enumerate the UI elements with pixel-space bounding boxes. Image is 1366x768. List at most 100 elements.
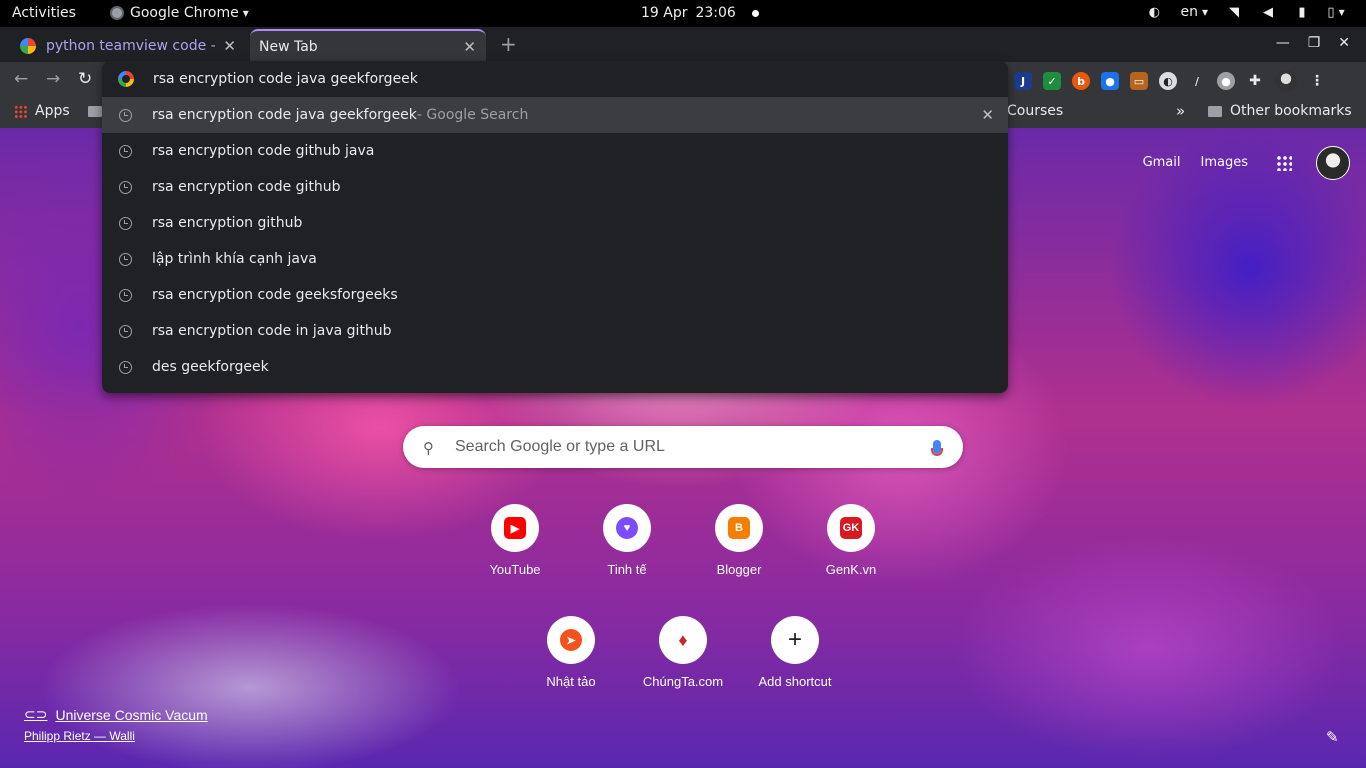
suggestion-item[interactable]: rsa encryption code in java github <box>102 313 1008 349</box>
circle-extension-icon[interactable]: ◐ <box>1159 72 1177 90</box>
search-placeholder: Search Google or type a URL <box>455 438 665 455</box>
wifi-icon: ◥ <box>1229 4 1239 20</box>
reload-icon[interactable]: ↻ <box>78 69 92 89</box>
ntp-header-links: Gmail Images <box>1143 155 1248 170</box>
shortcut-label: YouTube <box>489 562 541 577</box>
back-arrow-icon[interactable]: ← <box>14 69 28 89</box>
close-tab-icon[interactable]: ✕ <box>463 38 476 56</box>
language-selector[interactable]: en <box>1180 4 1208 20</box>
ntp-search-box[interactable]: ⚲ Search Google or type a URL <box>403 426 963 468</box>
extension-b-icon[interactable]: b <box>1072 72 1090 90</box>
customize-pencil-icon[interactable]: ✎ <box>1326 728 1339 746</box>
suggestion-text: rsa encryption github <box>152 215 303 231</box>
apps-grid-icon <box>14 104 27 118</box>
chungta-icon: ♦ <box>659 616 707 664</box>
voice-search-icon[interactable] <box>931 440 943 456</box>
time: 23:06 <box>695 5 736 21</box>
globe-extension-icon[interactable]: ● <box>1217 72 1235 90</box>
system-top-bar: Activities Google Chrome 19 Apr 23:06 ◐ … <box>0 0 1366 27</box>
night-light-icon: ◐ <box>1148 4 1161 20</box>
shortcut-add[interactable]: + Add shortcut <box>739 616 851 689</box>
history-clock-icon <box>119 324 132 338</box>
activities-button[interactable]: Activities <box>12 5 76 21</box>
nhattao-icon: ➤ <box>547 616 595 664</box>
other-bookmarks-label: Other bookmarks <box>1230 103 1352 119</box>
shortcut-genk[interactable]: GK GenK.vn <box>795 504 907 577</box>
volume-icon: ◀ <box>1263 4 1273 20</box>
tab-strip: python teamview code - T ✕ New Tab ✕ + —… <box>0 27 1366 62</box>
suggestion-text: lập trình khía cạnh java <box>152 251 317 267</box>
suggestion-text: rsa encryption code github java <box>152 143 375 159</box>
shortcut-tinhte[interactable]: ♥ Tinh tế <box>571 504 683 577</box>
graph-extension-icon[interactable]: ∕ <box>1188 72 1206 90</box>
tab-python-teamview[interactable]: python teamview code - T ✕ <box>8 29 246 62</box>
close-tab-icon[interactable]: ✕ <box>223 37 236 55</box>
close-window-icon[interactable]: ✕ <box>1338 35 1350 51</box>
suggestion-item[interactable]: rsa encryption code java geekforgeek - G… <box>102 97 1008 133</box>
shortcut-label: Nhật tảo <box>546 674 596 689</box>
bookmarks-overflow-icon[interactable]: » <box>1176 102 1185 120</box>
google-g-icon <box>118 71 134 87</box>
omnibox-text: rsa encryption code java geekforgeek <box>153 71 418 87</box>
shortcut-label: Blogger <box>716 562 762 577</box>
youtube-icon: ▶ <box>491 504 539 552</box>
clock[interactable]: 19 Apr 23:06 <box>641 5 759 21</box>
menu-dots-icon[interactable]: ⋮ <box>1308 72 1326 90</box>
suggestion-item[interactable]: rsa encryption code github java <box>102 133 1008 169</box>
shortcut-label: GenK.vn <box>825 562 877 577</box>
notification-dot <box>751 9 759 17</box>
tab-new-tab[interactable]: New Tab ✕ <box>250 29 486 62</box>
window-controls: — ❐ ✕ <box>1276 35 1350 51</box>
suggestion-item[interactable]: rsa encryption github <box>102 205 1008 241</box>
drop-extension-icon[interactable]: ● <box>1101 72 1119 90</box>
new-tab-plus-icon[interactable]: + <box>500 32 517 56</box>
extensions-puzzle-icon[interactable]: ✚ <box>1246 72 1264 90</box>
suggestion-item[interactable]: lập trình khía cạnh java <box>102 241 1008 277</box>
shortcut-blogger[interactable]: B Blogger <box>683 504 795 577</box>
extensions-area: J ✓ b ● ▭ ◐ ∕ ● ✚ ⋮ <box>1014 70 1326 92</box>
chrome-icon <box>110 6 124 20</box>
minimize-icon[interactable]: — <box>1276 35 1290 51</box>
attribution-title[interactable]: Universe Cosmic Vacum <box>55 707 207 723</box>
history-clock-icon <box>119 108 132 122</box>
suggestion-text: rsa encryption code in java github <box>152 323 392 339</box>
suggestion-text: rsa encryption code github <box>152 179 341 195</box>
app-menu[interactable]: Google Chrome <box>110 5 249 21</box>
shortcut-label: Add shortcut <box>758 674 832 689</box>
tinhte-icon: ♥ <box>603 504 651 552</box>
extension-j-icon[interactable]: J <box>1014 72 1032 90</box>
account-avatar[interactable] <box>1316 146 1350 180</box>
suggestion-item[interactable]: rsa encryption code github <box>102 169 1008 205</box>
images-link[interactable]: Images <box>1201 155 1249 170</box>
forward-arrow-icon[interactable]: → <box>46 69 60 89</box>
shortcut-youtube[interactable]: ▶ YouTube <box>459 504 571 577</box>
date: 19 Apr <box>641 5 688 21</box>
shield-extension-icon[interactable]: ✓ <box>1043 72 1061 90</box>
omnibox-dropdown: rsa encryption code java geekforgeek rsa… <box>102 61 1008 393</box>
omnibox-input[interactable]: rsa encryption code java geekforgeek <box>102 61 1008 97</box>
suggestion-text: rsa encryption code java geekforgeek <box>152 107 417 123</box>
bookmark-apps[interactable]: Apps <box>14 103 70 119</box>
suggestion-item[interactable]: rsa encryption code geeksforgeeks <box>102 277 1008 313</box>
google-apps-icon[interactable] <box>1276 155 1292 171</box>
suggestion-item[interactable]: des geekforgeek <box>102 349 1008 385</box>
bookmark-courses[interactable]: Courses <box>1007 103 1063 119</box>
folder-icon[interactable] <box>88 106 102 117</box>
battery-icon: ▯ <box>1327 4 1344 20</box>
tv-extension-icon[interactable]: ▭ <box>1130 72 1148 90</box>
attribution-author[interactable]: Philipp Rietz — Walli <box>24 729 208 743</box>
system-tray[interactable]: ◐ en ◥ ◀ ▮ ▯ <box>1146 4 1344 20</box>
bookmark-apps-label: Apps <box>35 103 70 119</box>
background-attribution: ⊂⊃ Universe Cosmic Vacum Philipp Rietz — … <box>24 706 208 743</box>
shortcut-nhattao[interactable]: ➤ Nhật tảo <box>515 616 627 689</box>
gmail-link[interactable]: Gmail <box>1143 155 1181 170</box>
shortcut-label: ChúngTa.com <box>642 674 724 689</box>
history-clock-icon <box>119 144 132 158</box>
other-bookmarks[interactable]: Other bookmarks <box>1208 103 1352 119</box>
remove-suggestion-icon[interactable]: ✕ <box>981 106 994 124</box>
app-menu-label: Google Chrome <box>130 5 249 21</box>
suggestion-suffix: - Google Search <box>416 107 529 123</box>
shortcut-chungta[interactable]: ♦ ChúngTa.com <box>627 616 739 689</box>
restore-icon[interactable]: ❐ <box>1308 35 1321 51</box>
profile-avatar[interactable] <box>1275 70 1297 92</box>
